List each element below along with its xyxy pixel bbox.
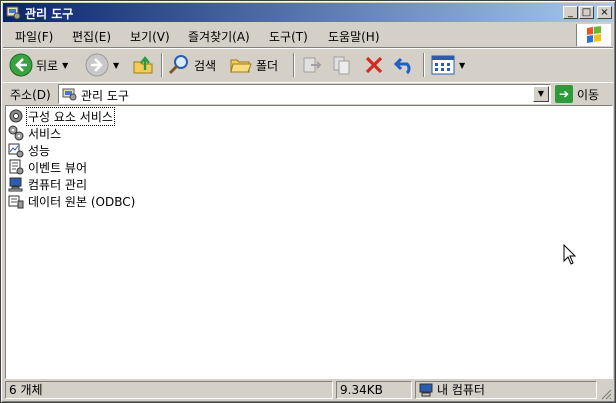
maximize-button[interactable]: □ <box>579 6 594 19</box>
move-to-button[interactable] <box>300 52 324 78</box>
menu-bar: 파일(F) 편집(E) 보기(V) 즐겨찾기(A) 도구(T) 도움말(H) <box>3 23 613 48</box>
undo-icon <box>393 57 411 75</box>
folders-button[interactable]: 폴더 <box>229 52 278 78</box>
windows-logo-icon <box>576 24 611 46</box>
go-arrow-icon: ➔ <box>555 85 573 103</box>
back-dropdown-icon[interactable]: ▼ <box>62 61 68 70</box>
component-services-icon <box>9 109 23 123</box>
forward-dropdown-icon[interactable]: ▼ <box>113 61 119 70</box>
menu-help[interactable]: 도움말(H) <box>328 28 380 45</box>
computer-management-icon <box>8 177 23 192</box>
mouse-cursor-icon <box>563 244 577 265</box>
item-name: 성능 <box>28 143 51 158</box>
standard-toolbar: 뒤로 ▼ ▼ 검색 폴더 ▼ <box>3 48 613 83</box>
item-name: 데이터 원본 (ODBC) <box>28 194 136 209</box>
address-dropdown-icon[interactable]: ▼ <box>533 86 549 102</box>
toolbar-separator <box>161 53 163 77</box>
list-item[interactable]: 성능 <box>8 142 51 158</box>
event-viewer-icon <box>9 159 24 175</box>
title-bar[interactable]: 관리 도구 _ □ × <box>3 3 613 22</box>
performance-icon <box>8 143 24 158</box>
close-button[interactable]: × <box>597 6 612 19</box>
odbc-icon <box>8 195 24 209</box>
list-item[interactable]: 컴퓨터 관리 <box>8 176 88 192</box>
address-input[interactable]: 관리 도구 ▼ <box>58 84 551 104</box>
menu-file[interactable]: 파일(F) <box>15 28 53 45</box>
menu-view[interactable]: 보기(V) <box>130 28 170 45</box>
menu-tools[interactable]: 도구(T) <box>269 28 308 45</box>
forward-button[interactable]: ▼ <box>85 52 119 78</box>
list-item[interactable]: 구성 요소 서비스 <box>8 106 115 126</box>
list-item[interactable]: 데이터 원본 (ODBC) <box>8 193 136 209</box>
menu-edit[interactable]: 편집(E) <box>72 28 111 45</box>
undo-button[interactable] <box>393 52 417 78</box>
back-button[interactable]: 뒤로 ▼ <box>9 52 68 78</box>
delete-button[interactable] <box>362 52 386 78</box>
status-bar: 6 개체 9.34KB 내 컴퓨터 <box>3 380 613 401</box>
back-arrow-icon <box>9 53 33 77</box>
admin-tools-icon <box>62 88 77 101</box>
status-zone-label: 내 컴퓨터 <box>437 383 485 397</box>
search-icon <box>168 55 188 75</box>
minimize-button[interactable]: _ <box>563 6 578 19</box>
list-item[interactable]: 서비스 <box>8 125 62 141</box>
services-gear-icon <box>8 125 24 141</box>
folders-label: 폴더 <box>256 58 279 73</box>
copy-to-icon <box>333 56 350 75</box>
toolbar-separator <box>423 53 425 77</box>
folders-icon <box>230 59 252 73</box>
status-zone: 내 컴퓨터 <box>415 381 597 399</box>
views-dropdown-icon[interactable]: ▼ <box>459 61 465 70</box>
item-name: 구성 요소 서비스 <box>26 106 115 126</box>
admin-tools-icon <box>6 6 21 20</box>
copy-to-button[interactable] <box>331 52 355 78</box>
resize-grip-icon[interactable] <box>600 388 612 400</box>
back-label: 뒤로 <box>36 58 59 73</box>
item-name: 이벤트 뷰어 <box>28 160 88 175</box>
status-size: 9.34KB <box>336 381 412 399</box>
window-title: 관리 도구 <box>25 7 74 21</box>
explorer-window: 관리 도구 _ □ × 파일(F) 편집(E) 보기(V) 즐겨찾기(A) 도구… <box>0 0 616 403</box>
views-button[interactable]: ▼ <box>431 52 465 78</box>
status-object-count: 6 개체 <box>5 381 333 399</box>
item-name: 서비스 <box>28 126 62 141</box>
address-bar: 주소(D) 관리 도구 ▼ ➔ 이동 <box>3 82 613 105</box>
up-folder-button[interactable] <box>131 52 155 78</box>
go-button[interactable]: ➔ 이동 <box>555 84 599 104</box>
search-label: 검색 <box>194 58 217 73</box>
address-label: 주소(D) <box>10 88 51 102</box>
go-label: 이동 <box>577 87 600 102</box>
address-value: 관리 도구 <box>81 89 129 103</box>
forward-arrow-icon <box>85 53 109 77</box>
list-item[interactable]: 이벤트 뷰어 <box>8 159 88 175</box>
menu-favorites[interactable]: 즐겨찾기(A) <box>188 28 250 45</box>
toolbar-separator <box>293 53 295 77</box>
search-button[interactable]: 검색 <box>167 52 216 78</box>
up-folder-icon <box>133 56 153 74</box>
views-icon <box>431 55 455 75</box>
item-name: 컴퓨터 관리 <box>28 177 88 192</box>
move-to-icon <box>303 57 322 73</box>
file-list[interactable]: 구성 요소 서비스 서비스 성능 이벤트 뷰어 컴퓨터 관리 데이터 원본 (O… <box>5 105 613 379</box>
delete-x-icon <box>365 56 383 74</box>
my-computer-icon <box>419 383 433 397</box>
